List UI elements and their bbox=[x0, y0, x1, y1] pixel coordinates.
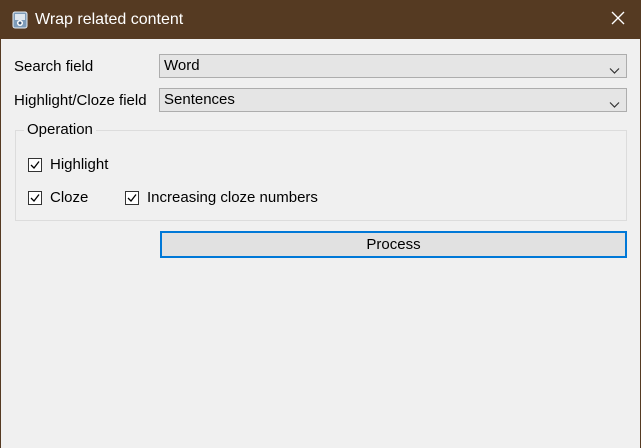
chevron-down-icon bbox=[609, 62, 620, 74]
search-field-label: Search field bbox=[14, 58, 94, 75]
highlight-checkbox-label[interactable]: Highlight bbox=[50, 156, 108, 174]
app-icon bbox=[12, 11, 28, 29]
checkmark-icon bbox=[30, 194, 40, 202]
window-title: Wrap related content bbox=[35, 11, 184, 28]
cloze-checkbox-label[interactable]: Cloze bbox=[50, 189, 88, 207]
chevron-down-icon bbox=[609, 96, 620, 108]
highlight-field-value: Sentences bbox=[164, 91, 235, 108]
increasing-cloze-checkbox-label[interactable]: Increasing cloze numbers bbox=[147, 189, 318, 207]
search-field-select[interactable]: Word bbox=[159, 54, 627, 78]
highlight-checkbox[interactable] bbox=[28, 158, 42, 172]
title-bar[interactable]: Wrap related content bbox=[0, 0, 641, 39]
checkmark-icon bbox=[127, 194, 137, 202]
operation-group-title: Operation bbox=[24, 121, 96, 139]
dialog-window: Wrap related content Search field Word H… bbox=[0, 0, 641, 448]
increasing-cloze-checkbox[interactable] bbox=[125, 191, 139, 205]
checkmark-icon bbox=[30, 161, 40, 169]
close-icon bbox=[611, 11, 625, 29]
highlight-field-select[interactable]: Sentences bbox=[159, 88, 627, 112]
highlight-field-label: Highlight/Cloze field bbox=[14, 92, 147, 109]
operation-group: Operation Highlight Cloze Increasing clo… bbox=[15, 121, 627, 221]
close-button[interactable] bbox=[595, 0, 641, 39]
process-button[interactable]: Process bbox=[160, 231, 627, 258]
search-field-value: Word bbox=[164, 57, 200, 74]
cloze-checkbox[interactable] bbox=[28, 191, 42, 205]
dialog-body: Search field Word Highlight/Cloze field … bbox=[1, 39, 640, 448]
